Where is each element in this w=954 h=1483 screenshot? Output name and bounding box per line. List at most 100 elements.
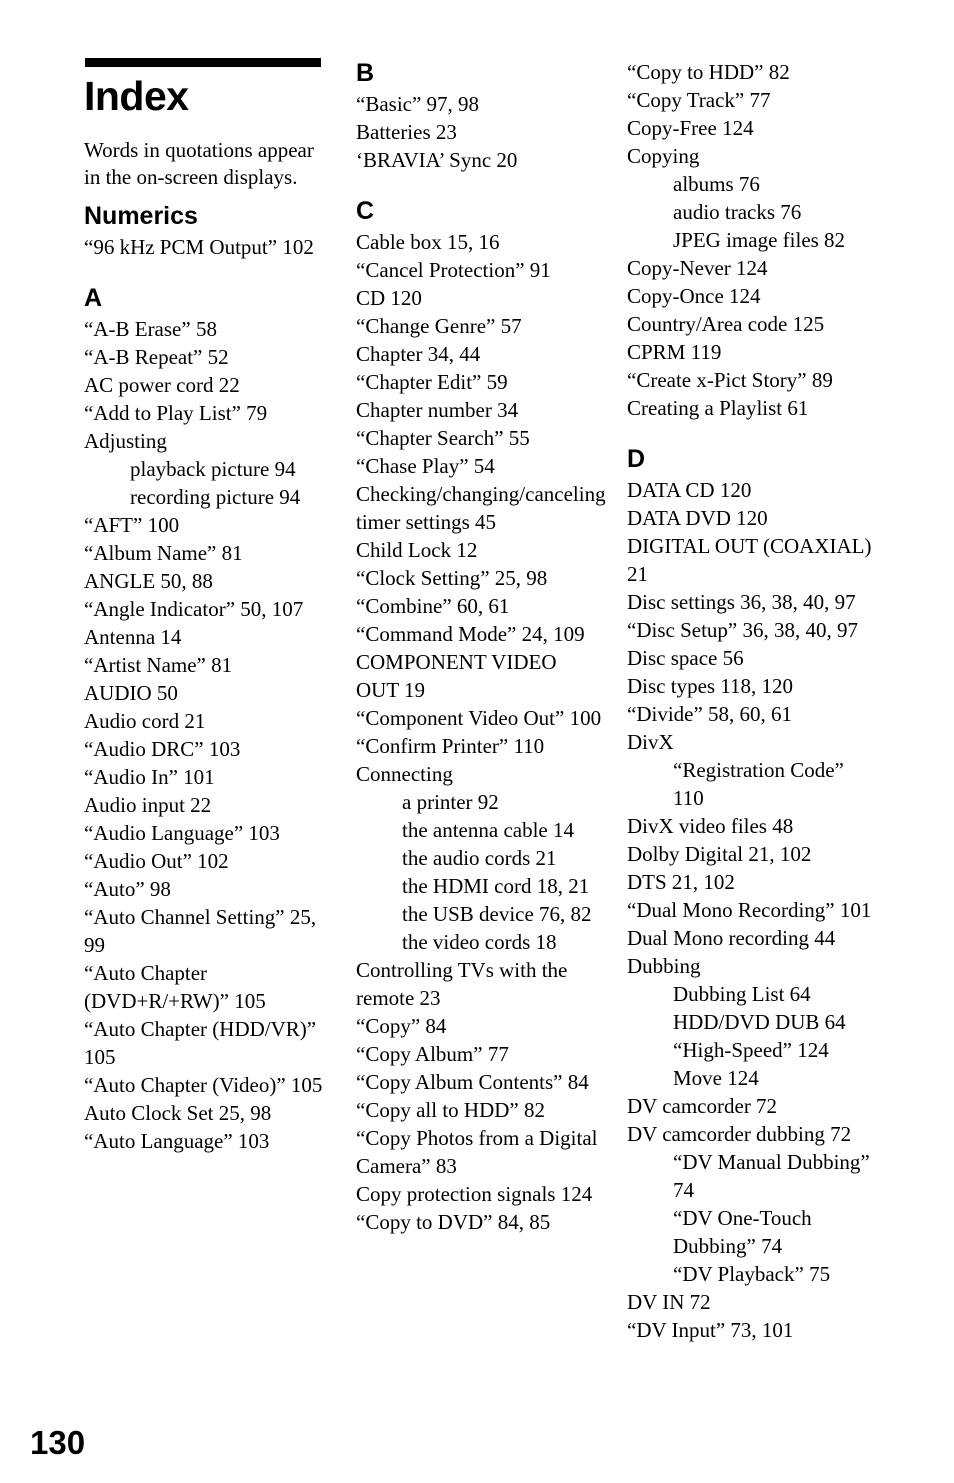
- index-entry[interactable]: Copying: [627, 142, 879, 170]
- index-entry[interactable]: Copy-Free 124: [627, 114, 879, 142]
- index-entry[interactable]: “Component Video Out” 100: [356, 704, 604, 732]
- index-subentry[interactable]: a printer 92: [356, 788, 604, 816]
- index-entry[interactable]: Chapter number 34: [356, 396, 604, 424]
- index-entry[interactable]: “A-B Repeat” 52: [84, 343, 326, 371]
- index-entry[interactable]: “Dual Mono Recording” 101: [627, 896, 879, 924]
- index-subentry[interactable]: Dubbing List 64: [627, 980, 879, 1008]
- index-entry[interactable]: “Audio In” 101: [84, 763, 326, 791]
- index-entry[interactable]: ANGLE 50, 88: [84, 567, 326, 595]
- index-entry[interactable]: Copy protection signals 124: [356, 1180, 604, 1208]
- index-entry[interactable]: “Add to Play List” 79: [84, 399, 326, 427]
- index-entry[interactable]: Cable box 15, 16: [356, 228, 604, 256]
- index-entry[interactable]: “Divide” 58, 60, 61: [627, 700, 879, 728]
- index-entry[interactable]: “Cancel Protection” 91: [356, 256, 604, 284]
- index-entry[interactable]: Country/Area code 125: [627, 310, 879, 338]
- index-entry[interactable]: “Auto Channel Setting” 25, 99: [84, 903, 326, 959]
- index-entry[interactable]: DATA DVD 120: [627, 504, 879, 532]
- index-entry[interactable]: “96 kHz PCM Output” 102: [84, 233, 326, 261]
- index-entry[interactable]: Disc settings 36, 38, 40, 97: [627, 588, 879, 616]
- index-subentry[interactable]: “DV One-Touch Dubbing” 74: [627, 1204, 879, 1260]
- index-subentry[interactable]: “Registration Code” 110: [627, 756, 879, 812]
- index-entry[interactable]: CPRM 119: [627, 338, 879, 366]
- index-subentry[interactable]: “DV Manual Dubbing” 74: [627, 1148, 879, 1204]
- index-entry[interactable]: DV camcorder dubbing 72: [627, 1120, 879, 1148]
- index-entry[interactable]: Child Lock 12: [356, 536, 604, 564]
- index-entry[interactable]: Audio cord 21: [84, 707, 326, 735]
- index-entry[interactable]: “Copy all to HDD” 82: [356, 1096, 604, 1124]
- index-subentry[interactable]: Move 124: [627, 1064, 879, 1092]
- index-entry[interactable]: Audio input 22: [84, 791, 326, 819]
- index-subentry[interactable]: the HDMI cord 18, 21: [356, 872, 604, 900]
- index-entry[interactable]: ‘BRAVIA’ Sync 20: [356, 146, 604, 174]
- index-entry[interactable]: “Copy Album” 77: [356, 1040, 604, 1068]
- index-entry[interactable]: “Copy” 84: [356, 1012, 604, 1040]
- index-entry[interactable]: “Copy to HDD” 82: [627, 58, 879, 86]
- index-entry[interactable]: “Auto” 98: [84, 875, 326, 903]
- index-entry[interactable]: “Basic” 97, 98: [356, 90, 604, 118]
- index-entry[interactable]: Copy-Once 124: [627, 282, 879, 310]
- index-entry[interactable]: “Audio Language” 103: [84, 819, 326, 847]
- index-subentry[interactable]: audio tracks 76: [627, 198, 879, 226]
- index-subentry[interactable]: the USB device 76, 82: [356, 900, 604, 928]
- index-entry[interactable]: DV IN 72: [627, 1288, 879, 1316]
- index-entry[interactable]: Dubbing: [627, 952, 879, 980]
- index-entry[interactable]: “Audio DRC” 103: [84, 735, 326, 763]
- index-entry[interactable]: “Audio Out” 102: [84, 847, 326, 875]
- index-entry[interactable]: Disc space 56: [627, 644, 879, 672]
- index-entry[interactable]: “Auto Language” 103: [84, 1127, 326, 1155]
- index-entry[interactable]: “Copy Photos from a Digital Camera” 83: [356, 1124, 604, 1180]
- index-subentry[interactable]: JPEG image files 82: [627, 226, 879, 254]
- index-entry[interactable]: “Disc Setup” 36, 38, 40, 97: [627, 616, 879, 644]
- index-entry[interactable]: DivX video files 48: [627, 812, 879, 840]
- index-entry[interactable]: Copy-Never 124: [627, 254, 879, 282]
- index-entry[interactable]: “Copy Album Contents” 84: [356, 1068, 604, 1096]
- index-entry[interactable]: DV camcorder 72: [627, 1092, 879, 1120]
- index-entry[interactable]: Dolby Digital 21, 102: [627, 840, 879, 868]
- index-entry[interactable]: Batteries 23: [356, 118, 604, 146]
- index-entry[interactable]: “Auto Chapter (Video)” 105: [84, 1071, 326, 1099]
- index-entry[interactable]: DIGITAL OUT (COAXIAL) 21: [627, 532, 879, 588]
- index-subentry[interactable]: the video cords 18: [356, 928, 604, 956]
- index-entry[interactable]: “Combine” 60, 61: [356, 592, 604, 620]
- index-entry[interactable]: AC power cord 22: [84, 371, 326, 399]
- index-entry[interactable]: Chapter 34, 44: [356, 340, 604, 368]
- index-subentry[interactable]: the antenna cable 14: [356, 816, 604, 844]
- index-subentry[interactable]: recording picture 94: [84, 483, 326, 511]
- index-entry[interactable]: DivX: [627, 728, 879, 756]
- index-subentry[interactable]: the audio cords 21: [356, 844, 604, 872]
- index-entry[interactable]: “Confirm Printer” 110: [356, 732, 604, 760]
- index-subentry[interactable]: HDD/DVD DUB 64: [627, 1008, 879, 1036]
- index-entry[interactable]: “Album Name” 81: [84, 539, 326, 567]
- index-entry[interactable]: “Change Genre” 57: [356, 312, 604, 340]
- index-entry[interactable]: “Command Mode” 24, 109: [356, 620, 604, 648]
- index-entry[interactable]: COMPONENT VIDEO OUT 19: [356, 648, 604, 704]
- index-entry[interactable]: Auto Clock Set 25, 98: [84, 1099, 326, 1127]
- index-entry[interactable]: “A-B Erase” 58: [84, 315, 326, 343]
- index-subentry[interactable]: “High-Speed” 124: [627, 1036, 879, 1064]
- index-entry[interactable]: DATA CD 120: [627, 476, 879, 504]
- index-entry[interactable]: “Auto Chapter (DVD+R/+RW)” 105: [84, 959, 326, 1015]
- index-entry[interactable]: “Angle Indicator” 50, 107: [84, 595, 326, 623]
- index-entry[interactable]: Adjusting: [84, 427, 326, 455]
- index-entry[interactable]: Antenna 14: [84, 623, 326, 651]
- index-entry[interactable]: “AFT” 100: [84, 511, 326, 539]
- index-entry[interactable]: Creating a Playlist 61: [627, 394, 879, 422]
- index-entry[interactable]: Disc types 118, 120: [627, 672, 879, 700]
- index-entry[interactable]: “DV Input” 73, 101: [627, 1316, 879, 1344]
- index-subentry[interactable]: playback picture 94: [84, 455, 326, 483]
- index-entry[interactable]: Connecting: [356, 760, 604, 788]
- index-entry[interactable]: DTS 21, 102: [627, 868, 879, 896]
- index-entry[interactable]: “Copy Track” 77: [627, 86, 879, 114]
- index-entry[interactable]: Controlling TVs with the remote 23: [356, 956, 604, 1012]
- index-entry[interactable]: “Chase Play” 54: [356, 452, 604, 480]
- index-entry[interactable]: Checking/changing/canceling timer settin…: [356, 480, 606, 536]
- index-entry[interactable]: “Auto Chapter (HDD/VR)” 105: [84, 1015, 326, 1071]
- index-entry[interactable]: “Copy to DVD” 84, 85: [356, 1208, 604, 1236]
- index-entry[interactable]: Dual Mono recording 44: [627, 924, 879, 952]
- index-subentry[interactable]: “DV Playback” 75: [627, 1260, 879, 1288]
- index-entry[interactable]: CD 120: [356, 284, 604, 312]
- index-entry[interactable]: “Chapter Edit” 59: [356, 368, 604, 396]
- index-entry[interactable]: “Chapter Search” 55: [356, 424, 604, 452]
- index-entry[interactable]: “Artist Name” 81: [84, 651, 326, 679]
- index-subentry[interactable]: albums 76: [627, 170, 879, 198]
